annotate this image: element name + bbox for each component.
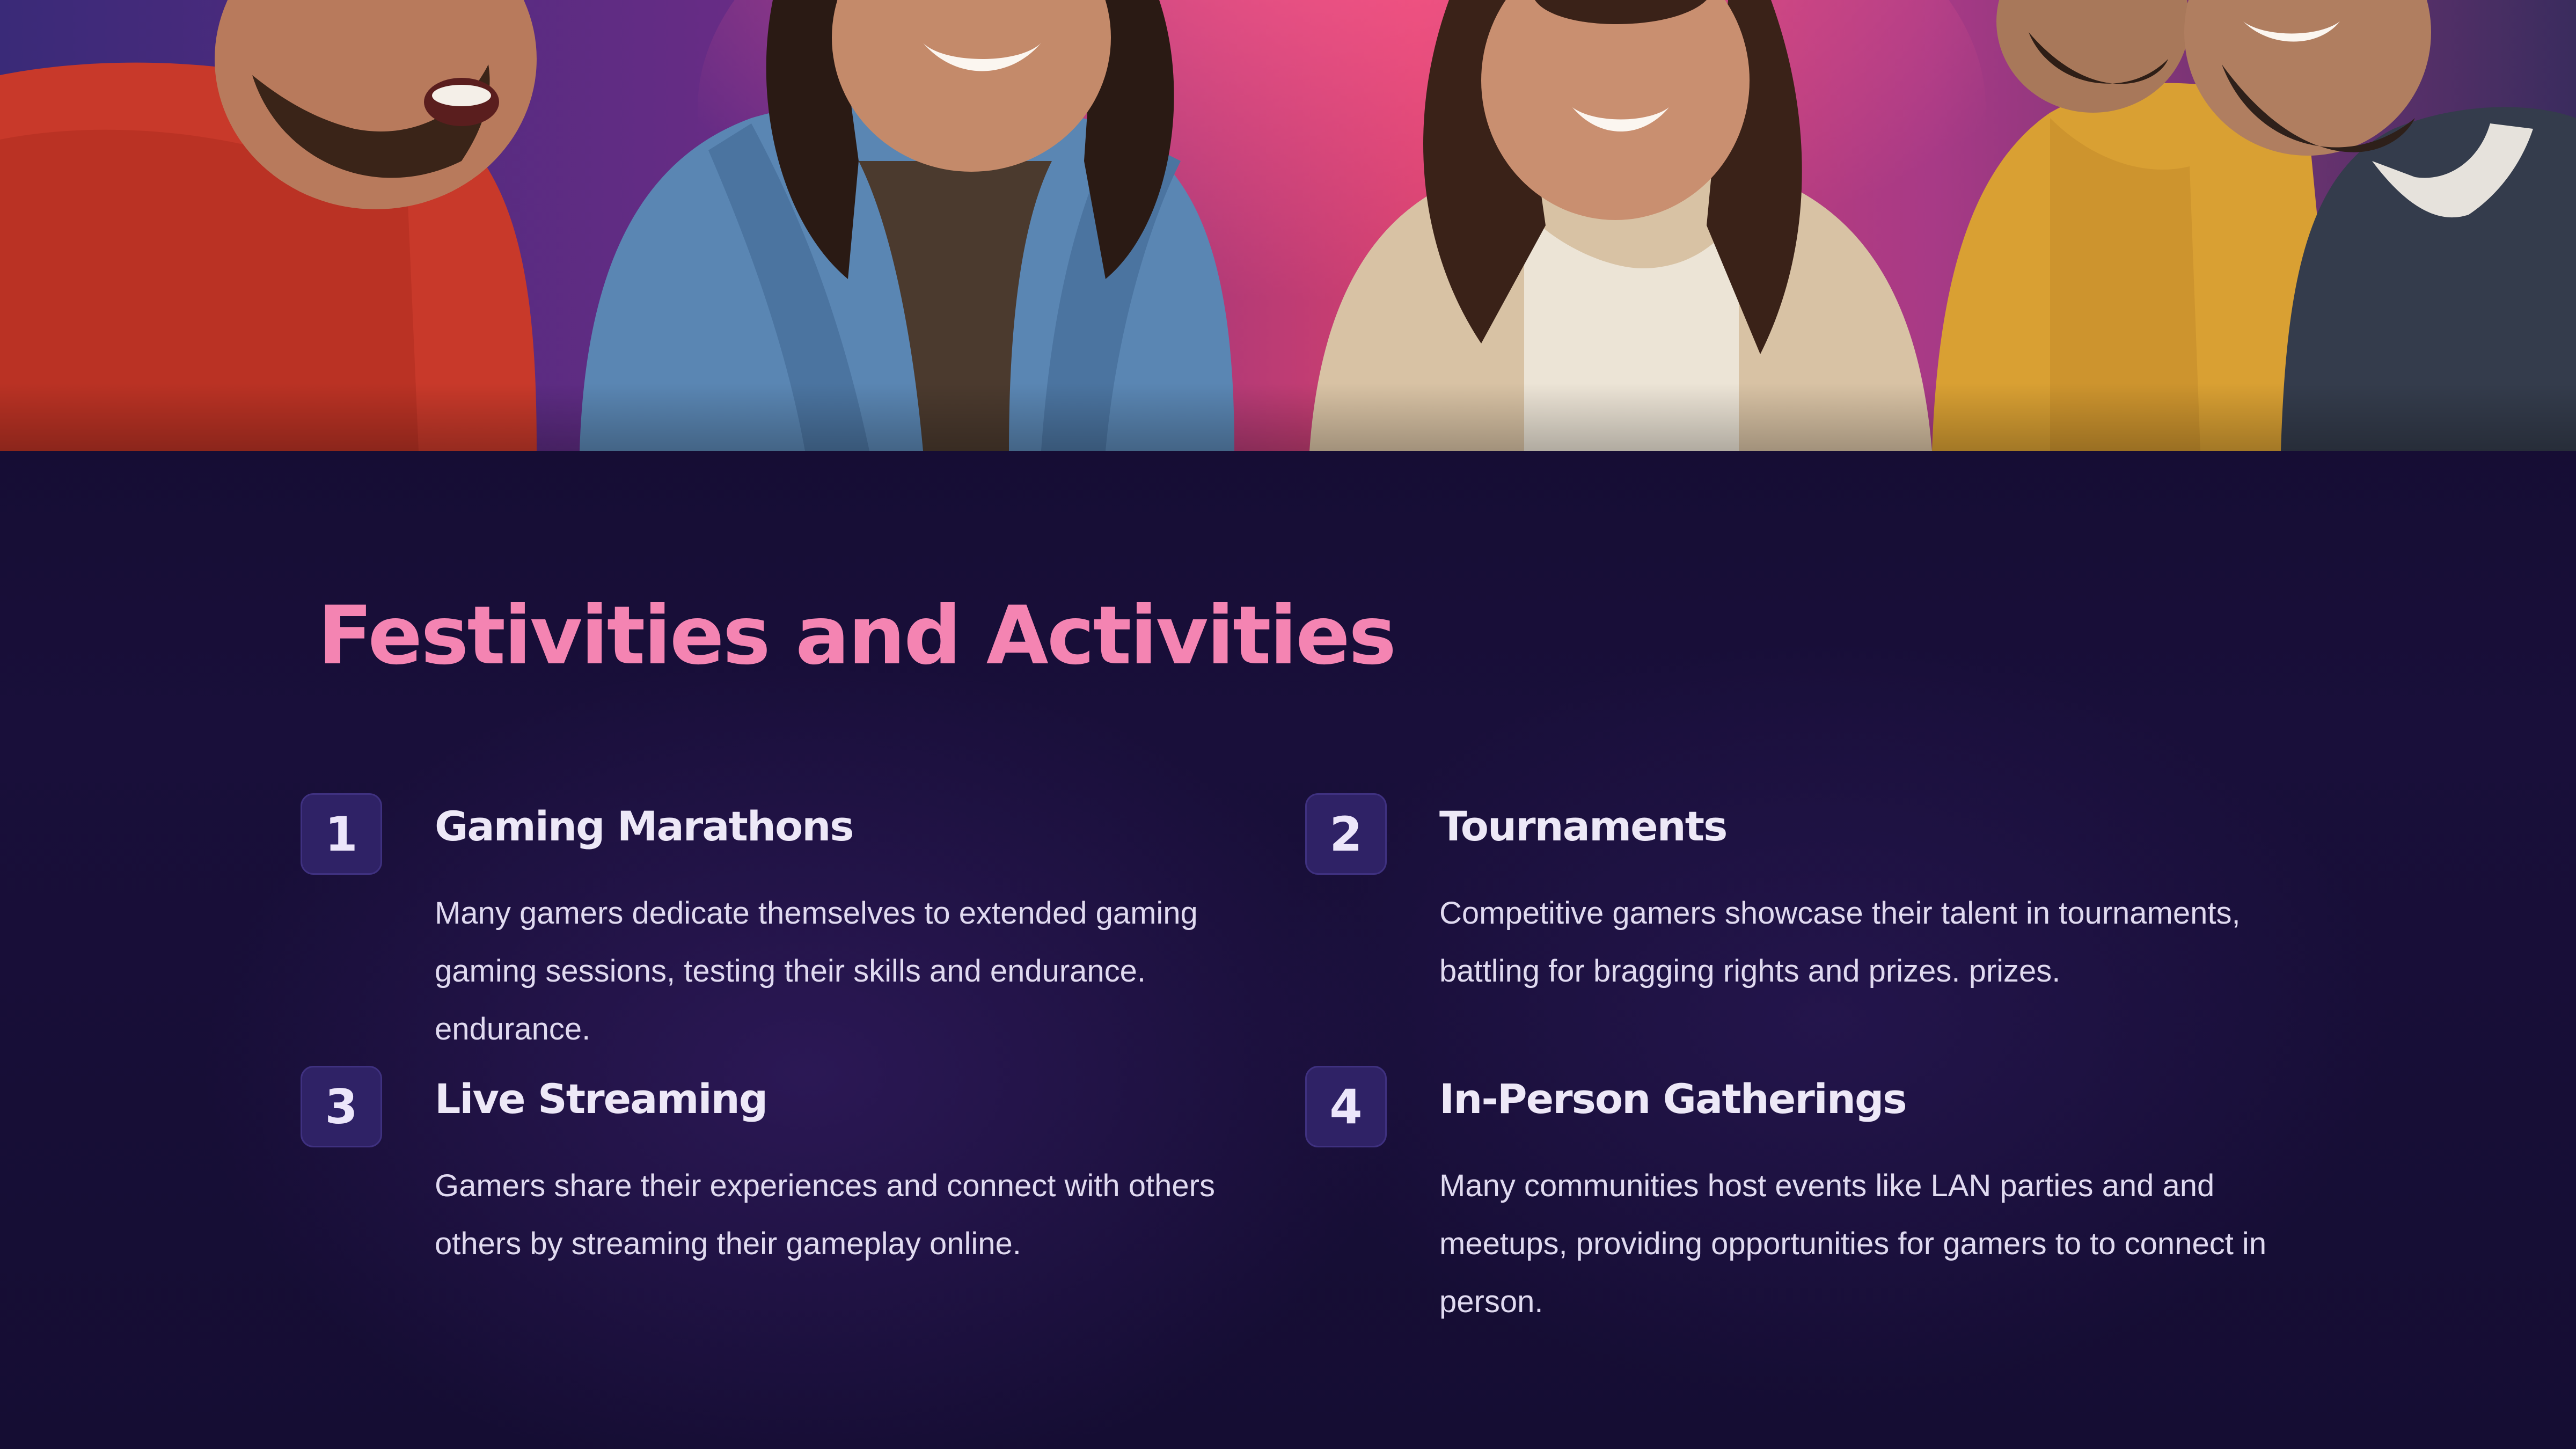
item-title: Live Streaming bbox=[435, 1075, 768, 1123]
number-badge: 1 bbox=[301, 793, 382, 875]
number-badge: 2 bbox=[1305, 793, 1387, 875]
slide: Festivities and Activities 1 Gaming Mara… bbox=[0, 0, 2576, 1449]
page-title: Festivities and Activities bbox=[318, 589, 1396, 683]
number-badge: 4 bbox=[1305, 1066, 1387, 1147]
activity-item-tournaments: 2 Tournaments Competitive gamers showcas… bbox=[1305, 793, 2325, 1051]
item-title: Gaming Marathons bbox=[435, 802, 854, 850]
activity-item-gaming-marathons: 1 Gaming Marathons Many gamers dedicate … bbox=[301, 793, 1320, 1051]
item-description: Gamers share their experiences and conne… bbox=[435, 1168, 1215, 1261]
activity-item-in-person-gatherings: 4 In-Person Gatherings Many communities … bbox=[1305, 1066, 2325, 1323]
number-badge: 3 bbox=[301, 1066, 382, 1147]
group-photo-image bbox=[0, 0, 2576, 451]
item-description: Competitive gamers showcase their talent… bbox=[1439, 896, 2241, 989]
item-description: Many gamers dedicate themselves to exten… bbox=[435, 896, 1198, 1046]
hero-photo bbox=[0, 0, 2576, 451]
item-title: Tournaments bbox=[1439, 802, 1728, 850]
item-title: In-Person Gatherings bbox=[1439, 1075, 1907, 1123]
item-description: Many communities host events like LAN pa… bbox=[1439, 1168, 2267, 1319]
activity-item-live-streaming: 3 Live Streaming Gamers share their expe… bbox=[301, 1066, 1320, 1323]
